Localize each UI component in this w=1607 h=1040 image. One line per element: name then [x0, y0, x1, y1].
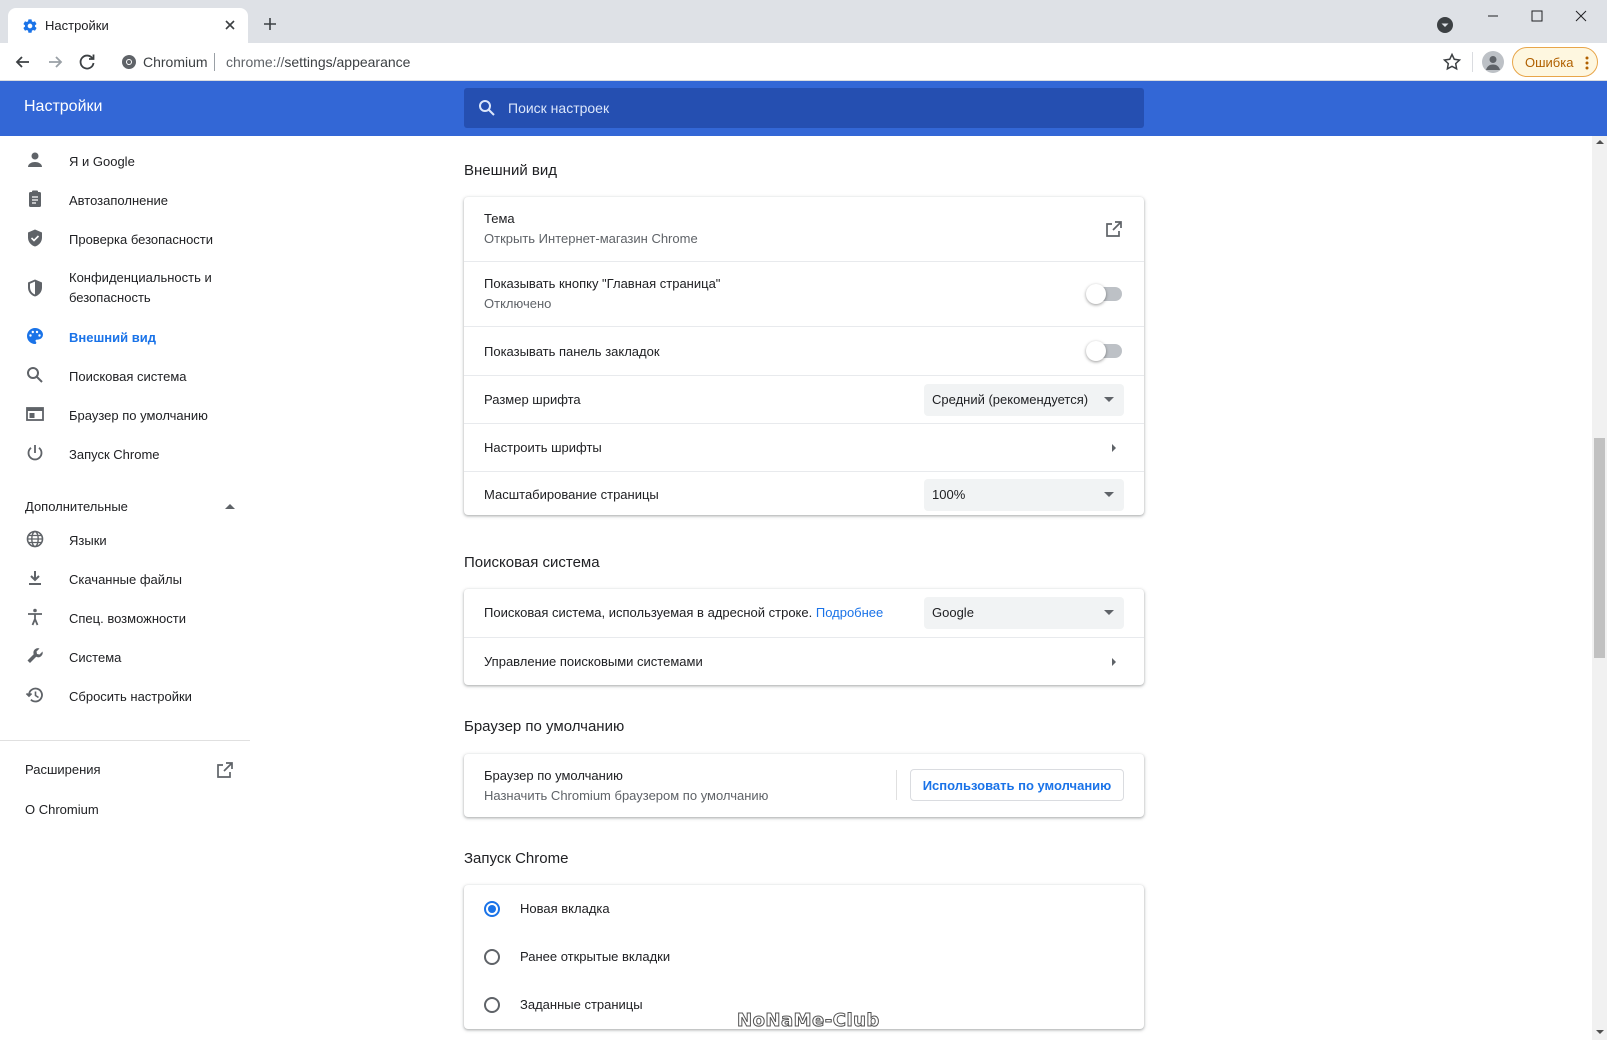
settings-main: Внешний вид Тема Открыть Интернет-магази…: [0, 136, 1592, 1040]
home-button-title: Показывать кнопку "Главная страница": [484, 276, 721, 291]
font-size-select[interactable]: Средний (рекомендуется): [924, 384, 1124, 416]
dropdown-arrow-icon: [1104, 492, 1114, 497]
toggle-knob: [1086, 341, 1106, 361]
make-default-button[interactable]: Использовать по умолчанию: [910, 769, 1124, 801]
search-engine-text: Поисковая система, используемая в адресн…: [484, 605, 813, 620]
error-button[interactable]: Ошибка: [1512, 47, 1598, 77]
default-browser-subtitle: Назначить Chromium браузером по умолчани…: [484, 788, 769, 803]
maximize-icon[interactable]: [1523, 6, 1551, 26]
manage-search-engines-title: Управление поисковыми системами: [484, 654, 703, 669]
person-icon: [1486, 56, 1500, 70]
startup-card: Новая вкладка Ранее открытые вкладки Зад…: [464, 885, 1144, 1029]
page-title: Настройки: [24, 98, 103, 115]
site-chip[interactable]: Chromium: [143, 54, 208, 70]
error-label: Ошибка: [1525, 55, 1574, 70]
toolbar-divider: [1472, 52, 1473, 72]
tab-strip: Настройки: [0, 0, 1607, 43]
settings-search[interactable]: [464, 88, 1144, 128]
gear-icon: [23, 19, 37, 33]
chromium-logo-icon[interactable]: [121, 54, 137, 70]
bookmarks-bar-row: Показывать панель закладок: [464, 326, 1144, 375]
browser-toolbar: Chromium chrome://settings/appearance Ош…: [0, 43, 1607, 81]
bookmark-star-icon[interactable]: [1442, 52, 1462, 72]
close-icon[interactable]: [222, 17, 238, 33]
theme-subtitle: Открыть Интернет-магазин Chrome: [484, 231, 698, 246]
radio-label: Ранее открытые вкладки: [520, 949, 671, 964]
search-engine-row: Поисковая система, используемая в адресн…: [464, 589, 1144, 637]
radio-label: Заданные страницы: [520, 997, 643, 1012]
forward-arrow-icon[interactable]: [45, 52, 65, 72]
chevron-right-icon: [1112, 658, 1116, 666]
new-tab-icon[interactable]: [262, 16, 278, 32]
more-vert-icon: [1585, 56, 1589, 70]
page-zoom-select[interactable]: 100%: [924, 479, 1124, 511]
startup-option-new-tab[interactable]: Новая вкладка: [464, 885, 1144, 933]
home-button-toggle[interactable]: [1086, 284, 1122, 304]
reload-icon[interactable]: [77, 52, 97, 72]
address-bar[interactable]: Chromium chrome://settings/appearance: [111, 48, 1441, 76]
search-engine-select[interactable]: Google: [924, 597, 1124, 629]
bookmarks-bar-toggle[interactable]: [1086, 341, 1122, 361]
bookmarks-bar-title: Показывать панель закладок: [484, 344, 660, 359]
search-icon: [479, 100, 495, 116]
tab-title: Настройки: [45, 18, 109, 33]
dropdown-arrow-icon: [1104, 610, 1114, 615]
home-button-row: Показывать кнопку "Главная страница" Отк…: [464, 261, 1144, 326]
radio-button[interactable]: [484, 901, 500, 917]
watermark: NoNaMe-Club: [737, 1010, 880, 1032]
default-browser-title: Браузер по умолчанию: [484, 768, 623, 783]
vertical-scrollbar[interactable]: [1592, 136, 1607, 1040]
minimize-icon[interactable]: [1479, 6, 1507, 26]
learn-more-link[interactable]: Подробнее: [816, 605, 883, 620]
url-scheme: chrome://: [226, 54, 285, 70]
radio-label: Новая вкладка: [520, 901, 610, 916]
home-button-subtitle: Отключено: [484, 296, 552, 311]
section-title-default-browser: Браузер по умолчанию: [464, 718, 625, 735]
search-engine-value: Google: [932, 605, 974, 620]
dropdown-arrow-icon: [1104, 397, 1114, 402]
section-title-appearance: Внешний вид: [464, 162, 557, 179]
page-zoom-value: 100%: [932, 487, 966, 502]
url-path: settings/appearance: [284, 54, 411, 70]
url-text[interactable]: chrome://settings/appearance: [226, 54, 410, 70]
browser-tab[interactable]: Настройки: [8, 8, 248, 43]
manage-search-engines-row[interactable]: Управление поисковыми системами: [464, 637, 1144, 685]
theme-row[interactable]: Тема Открыть Интернет-магазин Chrome: [464, 197, 1144, 261]
font-size-row: Размер шрифта Средний (рекомендуется): [464, 375, 1144, 423]
open-in-new-icon[interactable]: [1104, 219, 1124, 239]
row-divider: [896, 770, 897, 800]
omnibox-divider: [214, 53, 215, 71]
page-zoom-title: Масштабирование страницы: [484, 487, 659, 502]
startup-option-continue[interactable]: Ранее открытые вкладки: [464, 933, 1144, 981]
back-arrow-icon[interactable]: [13, 52, 33, 72]
section-title-search-engine: Поисковая система: [464, 554, 600, 571]
make-default-label: Использовать по умолчанию: [922, 778, 1112, 793]
section-title-startup: Запуск Chrome: [464, 850, 569, 867]
toggle-knob: [1086, 284, 1106, 304]
tab-search-icon[interactable]: [1436, 16, 1454, 34]
font-size-title: Размер шрифта: [484, 392, 581, 407]
search-input[interactable]: [508, 88, 1128, 128]
scrollbar-thumb[interactable]: [1594, 438, 1605, 658]
scroll-up-arrow-icon[interactable]: [1596, 140, 1604, 144]
appearance-card: Тема Открыть Интернет-магазин Chrome Пок…: [464, 197, 1144, 515]
theme-title: Тема: [484, 211, 515, 226]
settings-header: Настройки: [0, 81, 1607, 136]
radio-button[interactable]: [484, 997, 500, 1013]
default-browser-row: Браузер по умолчанию Назначить Chromium …: [464, 754, 1144, 817]
scroll-down-arrow-icon[interactable]: [1596, 1030, 1604, 1034]
customize-fonts-row[interactable]: Настроить шрифты: [464, 423, 1144, 471]
page-zoom-row: Масштабирование страницы 100%: [464, 471, 1144, 515]
window-close-icon[interactable]: [1567, 6, 1595, 26]
profile-avatar[interactable]: [1482, 51, 1504, 73]
search-engine-card: Поисковая система, используемая в адресн…: [464, 589, 1144, 685]
font-size-value: Средний (рекомендуется): [932, 392, 1089, 407]
chevron-right-icon: [1112, 444, 1116, 452]
customize-fonts-title: Настроить шрифты: [484, 440, 602, 455]
search-engine-title: Поисковая система, используемая в адресн…: [484, 605, 883, 620]
default-browser-card: Браузер по умолчанию Назначить Chromium …: [464, 754, 1144, 817]
radio-button[interactable]: [484, 949, 500, 965]
